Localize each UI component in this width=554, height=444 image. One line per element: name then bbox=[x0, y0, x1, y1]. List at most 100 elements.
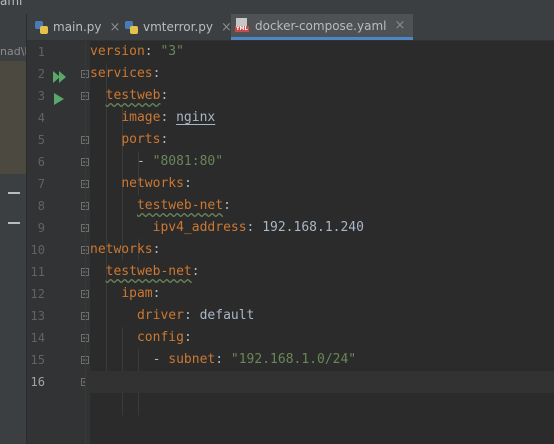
yaml-value: "3" bbox=[160, 44, 184, 59]
line-number: 5 bbox=[37, 133, 45, 147]
yaml-separator: : bbox=[152, 286, 161, 301]
yaml-key: ipam bbox=[121, 286, 153, 301]
code-line[interactable]: image: nginx bbox=[90, 107, 215, 129]
line-number: 11 bbox=[30, 265, 45, 279]
collapse-icon[interactable] bbox=[8, 222, 20, 224]
line-number: 10 bbox=[30, 243, 45, 257]
yaml-separator: : bbox=[144, 44, 161, 59]
line-number: 2 bbox=[37, 67, 45, 81]
yaml-key: testweb-net bbox=[105, 264, 192, 279]
project-tool-window[interactable]: nad\I bbox=[0, 14, 27, 444]
line-number: 13 bbox=[30, 309, 45, 323]
yaml-key: services bbox=[90, 66, 153, 81]
code-line[interactable]: testweb-net: bbox=[90, 261, 200, 283]
yaml-value: "192.168.1.0/24" bbox=[230, 352, 357, 367]
project-selection-highlight bbox=[0, 61, 26, 174]
yaml-value: nginx bbox=[176, 110, 216, 125]
yaml-separator: : bbox=[183, 308, 200, 323]
yaml-separator: : bbox=[160, 132, 169, 147]
yaml-separator: : bbox=[223, 198, 231, 213]
yaml-value: 192.168.1.240 bbox=[262, 220, 364, 235]
line-number: 16 bbox=[30, 375, 45, 389]
yaml-key: networks bbox=[90, 242, 153, 257]
code-line[interactable] bbox=[86, 371, 554, 393]
code-line[interactable]: networks: bbox=[90, 173, 191, 195]
code-line[interactable]: version: "3" bbox=[90, 41, 184, 63]
line-number: 4 bbox=[37, 111, 45, 125]
close-icon[interactable]: × bbox=[110, 20, 121, 35]
line-number: 14 bbox=[30, 331, 45, 345]
line-number: 7 bbox=[37, 177, 45, 191]
tab-label: main.py bbox=[53, 20, 102, 34]
project-path-fragment: nad\I bbox=[0, 45, 26, 58]
yaml-value: default bbox=[199, 308, 255, 323]
code-line[interactable]: testweb-net: bbox=[90, 195, 231, 217]
run-all-icon[interactable] bbox=[53, 68, 66, 83]
yaml-file-icon: YML bbox=[235, 18, 250, 33]
yaml-key: ports bbox=[121, 132, 161, 147]
yaml-key: testweb-net bbox=[136, 198, 224, 213]
title-bar: aml bbox=[0, 0, 554, 14]
line-number: 6 bbox=[37, 155, 45, 169]
line-number: 1 bbox=[37, 45, 45, 59]
python-file-icon bbox=[35, 20, 48, 34]
yaml-separator: : bbox=[183, 330, 192, 345]
yaml-key: testweb bbox=[105, 88, 161, 103]
tab-main-py[interactable]: main.py × bbox=[35, 14, 120, 40]
code-editor[interactable]: version: "3" services: testweb: image: ng… bbox=[86, 41, 554, 444]
yaml-key: driver bbox=[136, 308, 184, 323]
tab-label: docker-compose.yaml bbox=[255, 18, 387, 33]
yaml-key: config bbox=[136, 330, 184, 345]
editor-gutter[interactable]: 1 2 3 4 5 6 7 8 9 10 11 12 13 14 15 16 bbox=[27, 41, 90, 444]
code-line[interactable]: - subnet: "192.168.1.0/24" bbox=[90, 349, 357, 371]
line-number: 15 bbox=[30, 353, 45, 367]
code-line[interactable]: - "8081:80" bbox=[90, 151, 223, 173]
code-line[interactable]: networks: bbox=[90, 239, 160, 261]
yaml-key: image bbox=[121, 110, 161, 125]
yaml-separator: : bbox=[152, 242, 161, 257]
tab-vmterror-py[interactable]: vmterror.py × bbox=[125, 14, 232, 40]
yaml-separator: : bbox=[152, 66, 161, 81]
yaml-separator: : bbox=[246, 220, 263, 235]
yaml-list-dash: - bbox=[152, 352, 169, 367]
yaml-key: networks bbox=[121, 176, 184, 191]
collapse-icon[interactable] bbox=[8, 192, 20, 194]
yaml-list-dash: - bbox=[136, 154, 153, 169]
code-line[interactable]: driver: default bbox=[90, 305, 254, 327]
code-line[interactable]: ipam: bbox=[90, 283, 160, 305]
run-icon[interactable] bbox=[53, 90, 65, 105]
yaml-separator: : bbox=[160, 88, 169, 103]
close-icon[interactable]: × bbox=[394, 18, 405, 33]
yaml-key: subnet bbox=[168, 352, 216, 367]
code-line[interactable]: config: bbox=[90, 327, 192, 349]
line-number: 9 bbox=[37, 221, 45, 235]
editor-tab-bar: main.py × vmterror.py × YML docker-compo… bbox=[27, 14, 554, 41]
yaml-separator: : bbox=[160, 110, 177, 125]
code-line[interactable]: ipv4_address: 192.168.1.240 bbox=[90, 217, 364, 239]
yaml-key: version bbox=[90, 44, 145, 59]
tab-docker-compose-yaml[interactable]: YML docker-compose.yaml × bbox=[231, 14, 414, 40]
code-line[interactable]: ports: bbox=[90, 129, 168, 151]
yaml-separator: : bbox=[191, 264, 200, 279]
line-number: 3 bbox=[37, 89, 45, 103]
yaml-key: ipv4_address bbox=[152, 220, 247, 235]
yaml-separator: : bbox=[215, 352, 231, 367]
code-line[interactable]: testweb: bbox=[90, 85, 169, 107]
yaml-value: "8081:80" bbox=[152, 154, 224, 169]
tab-label: vmterror.py bbox=[143, 20, 213, 34]
line-number: 8 bbox=[37, 199, 45, 213]
line-number: 12 bbox=[30, 287, 45, 301]
code-line[interactable]: services: bbox=[90, 63, 160, 85]
